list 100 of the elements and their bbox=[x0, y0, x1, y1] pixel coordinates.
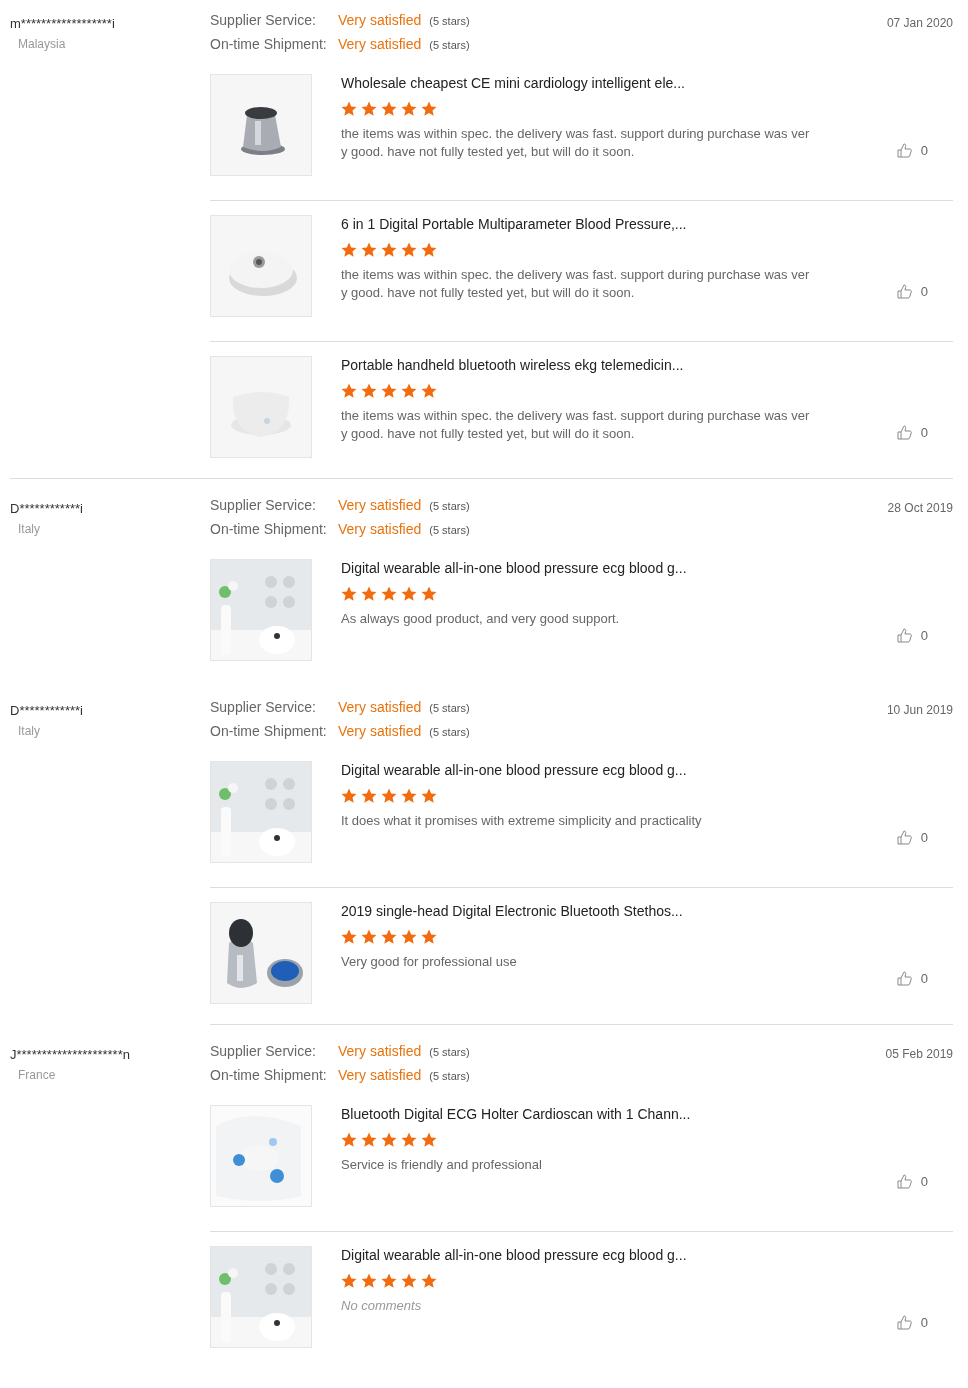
star-icon bbox=[401, 383, 417, 399]
thumbs-up-icon[interactable] bbox=[895, 1173, 913, 1190]
star-icon bbox=[361, 383, 377, 399]
reviewer-name: D************i bbox=[10, 501, 84, 516]
star-icon bbox=[401, 586, 417, 602]
product-title[interactable]: Digital wearable all-in-one blood pressure ecg blood g... bbox=[341, 560, 896, 576]
star-icon bbox=[401, 101, 417, 117]
thumbs-up-icon[interactable] bbox=[895, 142, 913, 159]
rating-stars-text: (5 stars) bbox=[429, 524, 470, 536]
star-icon bbox=[421, 101, 437, 117]
review-comment: Service is friendly and professional bbox=[341, 1156, 543, 1174]
star-icon bbox=[381, 586, 397, 602]
star-icon bbox=[341, 1132, 357, 1148]
star-icon bbox=[401, 1273, 417, 1289]
rating-label: Supplier Service: bbox=[210, 12, 317, 28]
star-icon bbox=[361, 101, 377, 117]
reviewer-country: Malaysia bbox=[18, 37, 67, 51]
star-icon bbox=[341, 101, 357, 117]
thumbs-up-icon[interactable] bbox=[895, 627, 913, 644]
review-comment: Very good for professional use bbox=[341, 953, 518, 971]
like-count: 0 bbox=[920, 1174, 928, 1189]
star-icon bbox=[421, 586, 437, 602]
star-icon bbox=[421, 1273, 437, 1289]
review-date: 10 Jun 2019 bbox=[886, 702, 953, 719]
review-comment: No comments bbox=[341, 1297, 423, 1315]
review-date: 07 Jan 2020 bbox=[886, 15, 953, 32]
product-title[interactable]: 2019 single-head Digital Electronic Bluetooth Stethos... bbox=[341, 903, 896, 919]
rating-stars-text: (5 stars) bbox=[429, 702, 470, 714]
star-icon bbox=[361, 1273, 377, 1289]
star-icon bbox=[421, 1132, 437, 1148]
reviewer-name: J*********************n bbox=[10, 1047, 131, 1062]
like-count: 0 bbox=[920, 971, 928, 986]
rating-stars-text: (5 stars) bbox=[429, 1046, 470, 1058]
thumbs-up-icon[interactable] bbox=[895, 829, 913, 846]
product-title[interactable]: Digital wearable all-in-one blood pressure ecg blood g... bbox=[341, 762, 896, 778]
like-count: 0 bbox=[920, 628, 928, 643]
rating-stars-text: (5 stars) bbox=[429, 15, 470, 27]
rating-label: On-time Shipment: bbox=[210, 723, 328, 739]
star-icon bbox=[381, 1132, 397, 1148]
star-icon bbox=[381, 929, 397, 945]
review-comment: It does what it promises with extreme simplicity and practicality bbox=[341, 812, 703, 830]
rating-verdict: Very satisfied bbox=[338, 1067, 422, 1083]
rating-verdict: Very satisfied bbox=[338, 36, 422, 52]
rating-verdict: Very satisfied bbox=[338, 1043, 422, 1059]
like-count: 0 bbox=[920, 425, 928, 440]
like-count: 0 bbox=[920, 143, 928, 158]
rating-stars-text: (5 stars) bbox=[429, 1070, 470, 1082]
reviewer-country: Italy bbox=[18, 724, 41, 738]
rating-verdict: Very satisfied bbox=[338, 699, 422, 715]
rating-label: On-time Shipment: bbox=[210, 521, 328, 537]
like-count: 0 bbox=[920, 830, 928, 845]
reviewer-country: Italy bbox=[18, 522, 41, 536]
rating-label: Supplier Service: bbox=[210, 699, 317, 715]
like-count: 0 bbox=[920, 284, 928, 299]
rating-label: Supplier Service: bbox=[210, 1043, 317, 1059]
star-icon bbox=[421, 242, 437, 258]
rating-verdict: Very satisfied bbox=[338, 521, 422, 537]
star-icon bbox=[361, 929, 377, 945]
reviewer-country: France bbox=[18, 1068, 57, 1082]
product-title[interactable]: Bluetooth Digital ECG Holter Cardioscan with 1 Chann... bbox=[341, 1106, 896, 1122]
review-date: 05 Feb 2019 bbox=[885, 1046, 953, 1063]
star-icon bbox=[381, 101, 397, 117]
reviewer-name: m******************i bbox=[10, 16, 116, 31]
rating-stars-text: (5 stars) bbox=[429, 500, 470, 512]
review-date: 28 Oct 2019 bbox=[887, 500, 953, 517]
rating-label: On-time Shipment: bbox=[210, 36, 328, 52]
star-icon bbox=[381, 788, 397, 804]
review-comment: the items was within spec. the delivery was fast. support during purchase was very good. have not fully tested yet, but will do it soon. bbox=[341, 125, 811, 161]
thumbs-up-icon[interactable] bbox=[895, 1314, 913, 1331]
star-icon bbox=[421, 788, 437, 804]
review-comment: As always good product, and very good support. bbox=[341, 610, 621, 628]
star-icon bbox=[381, 383, 397, 399]
like-count: 0 bbox=[920, 1315, 928, 1330]
star-icon bbox=[341, 1273, 357, 1289]
star-icon bbox=[381, 242, 397, 258]
star-icon bbox=[401, 1132, 417, 1148]
rating-verdict: Very satisfied bbox=[338, 12, 422, 28]
reviewer-name: D************i bbox=[10, 703, 84, 718]
rating-label: Supplier Service: bbox=[210, 497, 317, 513]
product-title[interactable]: Wholesale cheapest CE mini cardiology intelligent ele... bbox=[341, 75, 896, 91]
review-comment: the items was within spec. the delivery was fast. support during purchase was very good. have not fully tested yet, but will do it soon. bbox=[341, 407, 811, 443]
rating-label: On-time Shipment: bbox=[210, 1067, 328, 1083]
star-icon bbox=[341, 242, 357, 258]
star-icon bbox=[361, 1132, 377, 1148]
rating-verdict: Very satisfied bbox=[338, 723, 422, 739]
star-icon bbox=[381, 1273, 397, 1289]
rating-stars-text: (5 stars) bbox=[429, 726, 470, 738]
thumbs-up-icon[interactable] bbox=[895, 283, 913, 300]
product-title[interactable]: Portable handheld bluetooth wireless ekg telemedicin... bbox=[341, 357, 896, 373]
review-comment: the items was within spec. the delivery was fast. support during purchase was very good. have not fully tested yet, but will do it soon. bbox=[341, 266, 811, 302]
product-title[interactable]: 6 in 1 Digital Portable Multiparameter Blood Pressure,... bbox=[341, 216, 896, 232]
star-icon bbox=[421, 383, 437, 399]
rating-verdict: Very satisfied bbox=[338, 497, 422, 513]
star-icon bbox=[341, 788, 357, 804]
product-title[interactable]: Digital wearable all-in-one blood pressure ecg blood g... bbox=[341, 1247, 896, 1263]
star-icon bbox=[341, 929, 357, 945]
star-icon bbox=[361, 788, 377, 804]
thumbs-up-icon[interactable] bbox=[895, 970, 913, 987]
star-icon bbox=[341, 383, 357, 399]
thumbs-up-icon[interactable] bbox=[895, 424, 913, 441]
